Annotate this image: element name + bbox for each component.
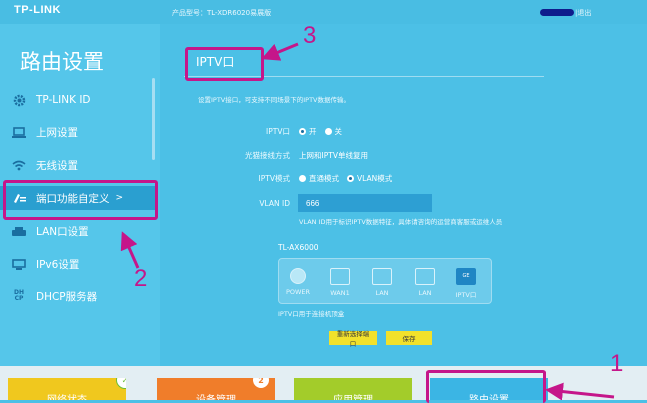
- tile-label: 网络状态: [47, 391, 87, 400]
- port-lan-2[interactable]: LAN: [411, 268, 439, 297]
- iptv-on-radio[interactable]: [299, 128, 306, 135]
- tile-device-management[interactable]: 2 设备管理: [157, 378, 275, 400]
- highlight-box-port-custom: [3, 180, 158, 220]
- router-icon: [10, 224, 28, 238]
- tile-app-management[interactable]: 应用管理: [294, 378, 412, 400]
- ethernet-port-icon: GE: [456, 268, 476, 285]
- iptv-mode-label: IPTV模式: [258, 174, 290, 183]
- fiber-mode-value: 上网和IPTV单线复用: [299, 151, 368, 160]
- port-label: POWER: [285, 288, 311, 296]
- ethernet-port-icon: [415, 268, 435, 285]
- tile-label: 设备管理: [196, 391, 236, 400]
- fiber-mode-label: 光猫接线方式: [245, 151, 290, 160]
- sidebar-item-label: DHCP服务器: [36, 290, 98, 303]
- port-power: POWER: [284, 268, 312, 296]
- iptv-off-radio[interactable]: [324, 128, 332, 135]
- sidebar-item-label: LAN口设置: [36, 225, 89, 238]
- sidebar-item-tplink-id[interactable]: TP-LINK ID: [0, 88, 156, 112]
- annotation-number-1: 1: [610, 350, 624, 377]
- sidebar-item-ipv6[interactable]: IPv6设置: [0, 252, 156, 276]
- power-icon: [290, 268, 306, 284]
- tile-label: 应用管理: [333, 391, 373, 400]
- vlan-id-hint: VLAN ID用于标识IPTV数据特征，具体请咨询的运营商客服或运维人员: [299, 218, 503, 226]
- section-description: 设置IPTV接口，可支持不同场景下的IPTV数据传输。: [198, 96, 351, 104]
- wifi-icon: [10, 158, 28, 172]
- sidebar-item-dhcp[interactable]: DH CP DHCP服务器: [0, 284, 156, 308]
- reselect-port-button[interactable]: 重新选择端口: [329, 331, 377, 348]
- iptv-port-label: IPTV口: [266, 127, 290, 136]
- tile-network-status[interactable]: ✓ 网络状态: [8, 378, 126, 400]
- port-label: WAN1: [330, 289, 350, 297]
- sidebar-item-lan[interactable]: LAN口设置: [0, 219, 156, 243]
- laptop-icon: [10, 125, 28, 139]
- port-label: LAN: [375, 289, 389, 297]
- sidebar-item-wireless[interactable]: 无线设置: [0, 153, 156, 177]
- iptv-on-label: 开: [309, 127, 317, 136]
- iptv-mode-radios: 直通模式 VLAN模式: [299, 173, 392, 184]
- vlan-mode-radio[interactable]: [347, 175, 354, 182]
- sidebar-item-label: IPv6设置: [36, 258, 80, 271]
- sidebar-item-label: 无线设置: [36, 159, 78, 172]
- check-icon: ✓: [116, 378, 126, 389]
- highlight-box-iptv: [185, 47, 264, 81]
- monitor-icon: [10, 257, 28, 271]
- save-button[interactable]: 保存: [386, 331, 432, 345]
- highlight-box-router-settings: [426, 370, 546, 403]
- port-label: LAN: [418, 289, 432, 297]
- sidebar-title: 路由设置: [20, 50, 104, 74]
- port-wan1[interactable]: WAN1: [326, 268, 354, 297]
- tp-link-logo: TP-LINK: [14, 4, 61, 16]
- dhcp-icon: DH CP: [13, 289, 24, 302]
- ethernet-port-icon: [372, 268, 392, 285]
- sidebar-item-internet[interactable]: 上网设置: [0, 120, 156, 144]
- vlan-id-label: VLAN ID: [259, 199, 290, 208]
- device-name: TL-AX6000: [278, 243, 319, 252]
- sidebar-item-label: TP-LINK ID: [36, 94, 91, 106]
- vlan-id-input[interactable]: [298, 194, 432, 212]
- username-redacted: [540, 9, 574, 16]
- port-iptv[interactable]: GE IPTV口: [452, 268, 480, 299]
- port-label: IPTV口: [455, 291, 477, 299]
- passthrough-radio[interactable]: [299, 175, 306, 182]
- annotation-number-2: 2: [134, 265, 148, 292]
- ethernet-port-icon: [330, 268, 350, 285]
- sidebar-item-label: 上网设置: [36, 126, 78, 139]
- vlan-mode-label: VLAN模式: [357, 174, 393, 183]
- iptv-port-radios: 开 关: [299, 126, 342, 137]
- annotation-number-3: 3: [303, 22, 317, 49]
- product-model: 产品型号：TL-XDR6020易展版: [172, 9, 272, 17]
- count-badge: 2: [252, 378, 270, 389]
- iptv-off-label: 关: [334, 127, 343, 136]
- passthrough-label: 直通模式: [309, 174, 339, 183]
- logout-link[interactable]: |退出: [575, 8, 591, 18]
- port-note: IPTV口用于连接机顶盒: [278, 310, 345, 318]
- port-lan-1[interactable]: LAN: [368, 268, 396, 297]
- gear-icon: [10, 93, 28, 107]
